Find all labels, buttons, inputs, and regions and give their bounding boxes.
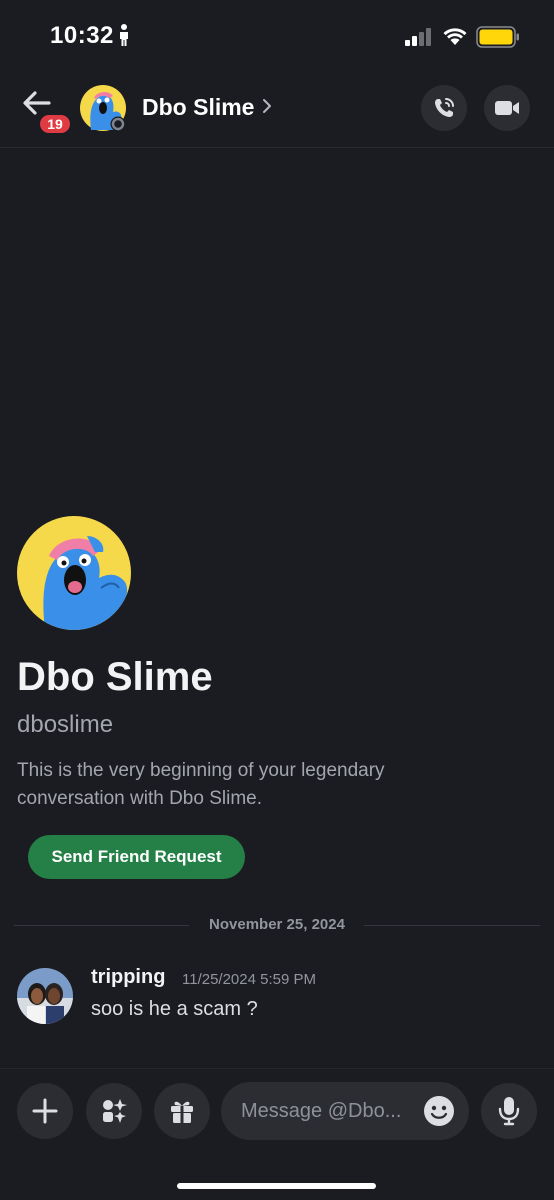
date-divider-line xyxy=(364,925,540,926)
battery-icon xyxy=(476,26,520,53)
profile-display-name: Dbo Slime xyxy=(17,655,213,699)
microphone-icon xyxy=(498,1097,520,1126)
header-avatar[interactable] xyxy=(79,84,127,132)
chat-header: 19 Dbo Slime xyxy=(0,72,554,148)
message-input-container[interactable] xyxy=(221,1082,469,1140)
message-author[interactable]: tripping xyxy=(91,966,165,989)
home-indicator xyxy=(177,1183,376,1189)
video-call-button[interactable] xyxy=(484,85,530,131)
unread-badge: 19 xyxy=(38,113,72,135)
message-composer xyxy=(0,1068,554,1200)
message-text: soo is he a scam ? xyxy=(91,998,258,1020)
send-friend-request-button[interactable]: Send Friend Request xyxy=(28,835,245,879)
status-bar: 10:32 xyxy=(0,0,554,72)
video-camera-icon xyxy=(495,101,519,115)
contact-name[interactable]: Dbo Slime xyxy=(142,94,254,121)
phone-call-icon xyxy=(435,98,454,117)
wifi-icon xyxy=(442,25,468,50)
gift-button[interactable] xyxy=(154,1083,210,1139)
voice-message-button[interactable] xyxy=(481,1083,537,1139)
chevron-right-icon[interactable] xyxy=(262,98,272,119)
apps-button[interactable] xyxy=(86,1083,142,1139)
message-input[interactable] xyxy=(241,1082,417,1140)
emoji-icon xyxy=(424,1096,454,1126)
person-icon xyxy=(118,24,130,51)
plus-icon xyxy=(32,1098,58,1124)
apps-icon xyxy=(103,1099,127,1123)
cellular-signal-icon xyxy=(405,28,433,51)
profile-avatar[interactable] xyxy=(17,516,131,630)
profile-username: dboslime xyxy=(17,711,114,738)
status-time: 10:32 xyxy=(50,22,114,49)
emoji-button[interactable] xyxy=(423,1095,455,1127)
voice-call-button[interactable] xyxy=(421,85,467,131)
attach-button[interactable] xyxy=(17,1083,73,1139)
conversation-intro-text: This is the very beginning of your legen… xyxy=(17,760,385,809)
message-timestamp: 11/25/2024 5:59 PM xyxy=(182,971,316,988)
gift-icon xyxy=(171,1101,193,1123)
message-author-avatar[interactable] xyxy=(17,968,73,1024)
